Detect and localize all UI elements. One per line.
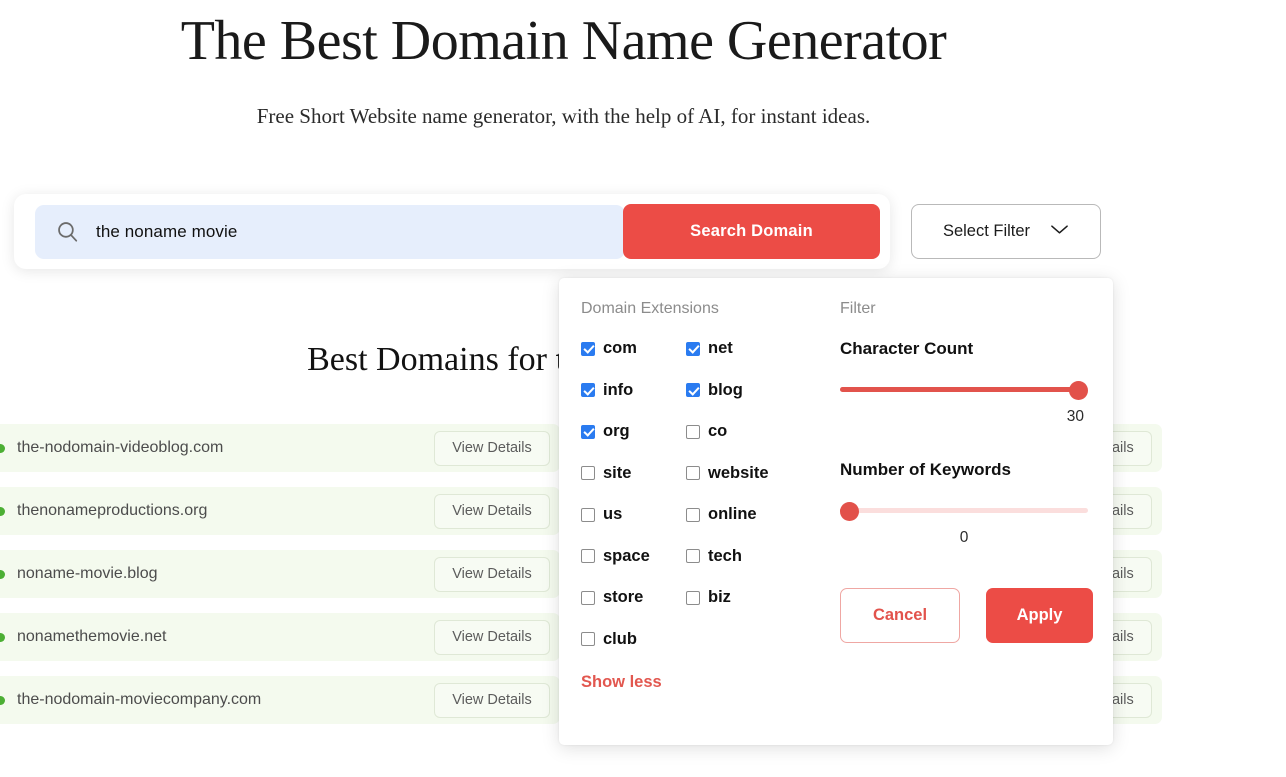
select-filter-label: Select Filter — [943, 222, 1030, 241]
filter-section: Filter Character Count 30 Number of Keyw… — [840, 300, 1095, 547]
extension-label: website — [708, 464, 769, 483]
result-row: noname-movie.blogView Details — [0, 550, 560, 598]
availability-dot-icon — [0, 507, 5, 516]
filter-label: Filter — [840, 300, 1095, 318]
page-root: The Best Domain Name Generator Free Shor… — [0, 0, 1286, 777]
domain-extensions-grid: com net info blog org co site website us online sp… — [581, 339, 841, 649]
checkbox-icon[interactable] — [581, 466, 595, 480]
character-count-slider[interactable] — [840, 381, 1088, 399]
extension-label: club — [603, 630, 637, 649]
domain-extensions-section: Domain Extensions com net info blog org co sit… — [581, 300, 841, 692]
result-row: the-nodomain-moviecompany.comView Detail… — [0, 676, 560, 724]
extension-checkbox-us[interactable]: us — [581, 505, 686, 524]
view-details-button[interactable]: View Details — [434, 557, 550, 592]
extension-checkbox-online[interactable]: online — [686, 505, 841, 524]
view-details-button[interactable]: View Details — [434, 683, 550, 718]
number-of-keywords-track — [840, 508, 1088, 513]
extension-checkbox-space[interactable]: space — [581, 547, 686, 566]
checkbox-icon[interactable] — [581, 508, 595, 522]
checkbox-icon[interactable] — [581, 383, 595, 397]
checkbox-icon[interactable] — [686, 383, 700, 397]
extension-checkbox-info[interactable]: info — [581, 381, 686, 400]
availability-dot-icon — [0, 696, 5, 705]
view-details-button[interactable]: View Details — [434, 431, 550, 466]
checkbox-icon[interactable] — [686, 508, 700, 522]
checkbox-icon[interactable] — [581, 342, 595, 356]
checkbox-icon[interactable] — [686, 466, 700, 480]
result-domain-name: nonamethemovie.net — [17, 628, 434, 646]
chevron-down-icon — [1050, 223, 1069, 241]
result-domain-name: thenonameproductions.org — [17, 502, 434, 520]
results-heading-prefix: Best Domains for — [307, 341, 555, 378]
page-title: The Best Domain Name Generator — [0, 8, 1127, 75]
checkbox-icon[interactable] — [581, 632, 595, 646]
apply-button[interactable]: Apply — [986, 588, 1093, 643]
view-details-button[interactable]: View Details — [434, 620, 550, 655]
result-row: nonamethemovie.netView Details — [0, 613, 560, 661]
extension-label: info — [603, 381, 633, 400]
extension-checkbox-com[interactable]: com — [581, 339, 686, 358]
character-count-label: Character Count — [840, 339, 1095, 359]
show-less-link[interactable]: Show less — [581, 673, 662, 692]
checkbox-icon[interactable] — [686, 342, 700, 356]
extension-label: com — [603, 339, 637, 358]
number-of-keywords-label: Number of Keywords — [840, 460, 1095, 480]
extension-checkbox-club[interactable]: club — [581, 630, 686, 649]
extension-label: net — [708, 339, 733, 358]
search-icon — [55, 219, 80, 244]
extension-checkbox-net[interactable]: net — [686, 339, 841, 358]
extension-label: space — [603, 547, 650, 566]
extension-label: co — [708, 422, 727, 441]
page-subtitle: Free Short Website name generator, with … — [0, 104, 1127, 129]
extension-checkbox-blog[interactable]: blog — [686, 381, 841, 400]
extension-label: store — [603, 588, 643, 607]
view-details-button[interactable]: View Details — [434, 494, 550, 529]
extension-label: biz — [708, 588, 731, 607]
extension-label: us — [603, 505, 622, 524]
filter-dropdown-panel: Domain Extensions com net info blog org co sit… — [559, 278, 1113, 745]
cancel-button[interactable]: Cancel — [840, 588, 960, 643]
extension-checkbox-site[interactable]: site — [581, 464, 686, 483]
extension-checkbox-org[interactable]: org — [581, 422, 686, 441]
search-input-value: the noname movie — [96, 222, 237, 242]
extension-label: blog — [708, 381, 743, 400]
search-domain-button[interactable]: Search Domain — [623, 204, 880, 259]
search-input[interactable]: the noname movie — [35, 205, 625, 259]
availability-dot-icon — [0, 444, 5, 453]
checkbox-icon[interactable] — [686, 549, 700, 563]
checkbox-icon[interactable] — [581, 549, 595, 563]
availability-dot-icon — [0, 570, 5, 579]
extension-checkbox-tech[interactable]: tech — [686, 547, 841, 566]
number-of-keywords-value: 0 — [840, 529, 1088, 547]
checkbox-icon[interactable] — [686, 425, 700, 439]
character-count-fill — [840, 387, 1079, 392]
checkbox-icon[interactable] — [686, 591, 700, 605]
character-count-thumb[interactable] — [1069, 381, 1088, 400]
extension-checkbox-store[interactable]: store — [581, 588, 686, 607]
checkbox-icon[interactable] — [581, 425, 595, 439]
availability-dot-icon — [0, 633, 5, 642]
result-domain-name: the-nodomain-moviecompany.com — [17, 691, 434, 709]
extension-checkbox-website[interactable]: website — [686, 464, 841, 483]
result-domain-name: noname-movie.blog — [17, 565, 434, 583]
checkbox-icon[interactable] — [581, 591, 595, 605]
number-of-keywords-thumb[interactable] — [840, 502, 859, 521]
extension-checkbox-co[interactable]: co — [686, 422, 841, 441]
result-row: the-nodomain-videoblog.comView Details — [0, 424, 560, 472]
select-filter-button[interactable]: Select Filter — [911, 204, 1101, 259]
result-domain-name: the-nodomain-videoblog.com — [17, 439, 434, 457]
filter-panel-actions: Cancel Apply — [840, 588, 1093, 643]
extension-checkbox-biz[interactable]: biz — [686, 588, 841, 607]
character-count-value: 30 — [840, 408, 1088, 426]
number-of-keywords-slider[interactable] — [840, 502, 1088, 520]
extension-label: site — [603, 464, 631, 483]
extension-label: online — [708, 505, 757, 524]
extension-label: tech — [708, 547, 742, 566]
domain-extensions-label: Domain Extensions — [581, 300, 841, 318]
extension-label: org — [603, 422, 630, 441]
result-row: thenonameproductions.orgView Details — [0, 487, 560, 535]
